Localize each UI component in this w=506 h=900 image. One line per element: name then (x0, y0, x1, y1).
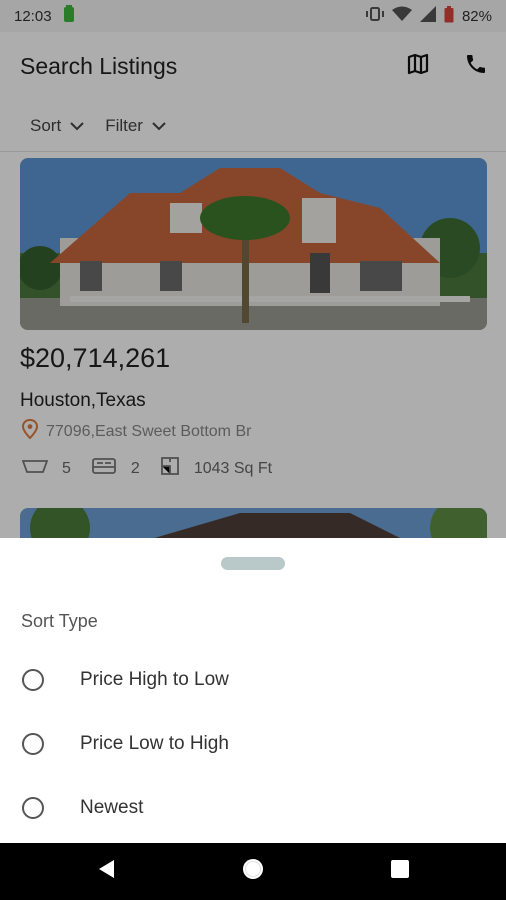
radio-button[interactable] (22, 669, 44, 691)
home-icon (241, 857, 265, 886)
radio-button[interactable] (22, 797, 44, 819)
sort-option-newest[interactable]: Newest (22, 797, 143, 819)
sheet-drag-handle[interactable] (221, 557, 285, 570)
modal-scrim[interactable] (0, 0, 506, 538)
back-button[interactable] (86, 843, 126, 900)
sort-bottom-sheet: Sort Type Price High to Low Price Low to… (0, 538, 506, 843)
recents-button[interactable] (380, 843, 420, 900)
recents-icon (390, 859, 410, 884)
back-icon (96, 858, 116, 885)
sort-option-price-high-low[interactable]: Price High to Low (22, 669, 229, 691)
radio-button[interactable] (22, 733, 44, 755)
system-nav-bar (0, 843, 506, 900)
option-label: Newest (80, 797, 144, 818)
home-button[interactable] (233, 843, 273, 900)
option-label: Price Low to High (80, 733, 229, 754)
sort-option-price-low-high[interactable]: Price Low to High (22, 733, 229, 755)
option-label: Price High to Low (80, 669, 229, 690)
sheet-title: Sort Type (21, 611, 98, 631)
